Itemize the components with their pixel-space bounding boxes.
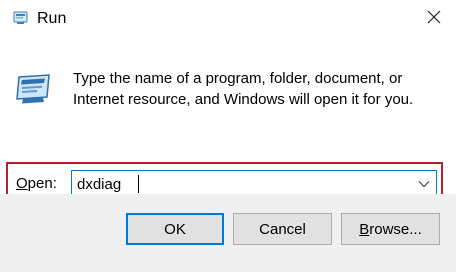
open-label-text: pen: <box>27 175 57 192</box>
run-dialog: Run Type the name of a program, folder, … <box>0 0 456 272</box>
ok-button[interactable]: OK <box>126 213 224 245</box>
close-button[interactable] <box>418 4 450 34</box>
window-title: Run <box>37 10 67 27</box>
browse-label: rowse... <box>369 220 422 238</box>
cancel-button[interactable]: Cancel <box>233 213 332 245</box>
text-caret <box>138 175 139 193</box>
run-icon <box>13 11 28 25</box>
title-bar[interactable]: Run <box>0 0 456 38</box>
chevron-down-icon[interactable] <box>416 176 432 192</box>
open-input[interactable] <box>77 173 397 195</box>
open-label: Open: <box>16 175 57 193</box>
description-line-2: Internet resource, and Windows will open… <box>73 91 414 108</box>
dialog-body: Type the name of a program, folder, docu… <box>0 38 456 205</box>
browse-button[interactable]: Browse... <box>341 213 440 245</box>
browse-mnemonic: B <box>359 220 370 238</box>
open-label-mnemonic: O <box>16 175 28 192</box>
button-bar: OK Cancel Browse... <box>0 194 456 272</box>
description: Type the name of a program, folder, docu… <box>73 68 443 110</box>
description-line-1: Type the name of a program, folder, docu… <box>73 70 403 87</box>
run-program-icon <box>13 71 53 107</box>
close-icon <box>427 10 441 29</box>
